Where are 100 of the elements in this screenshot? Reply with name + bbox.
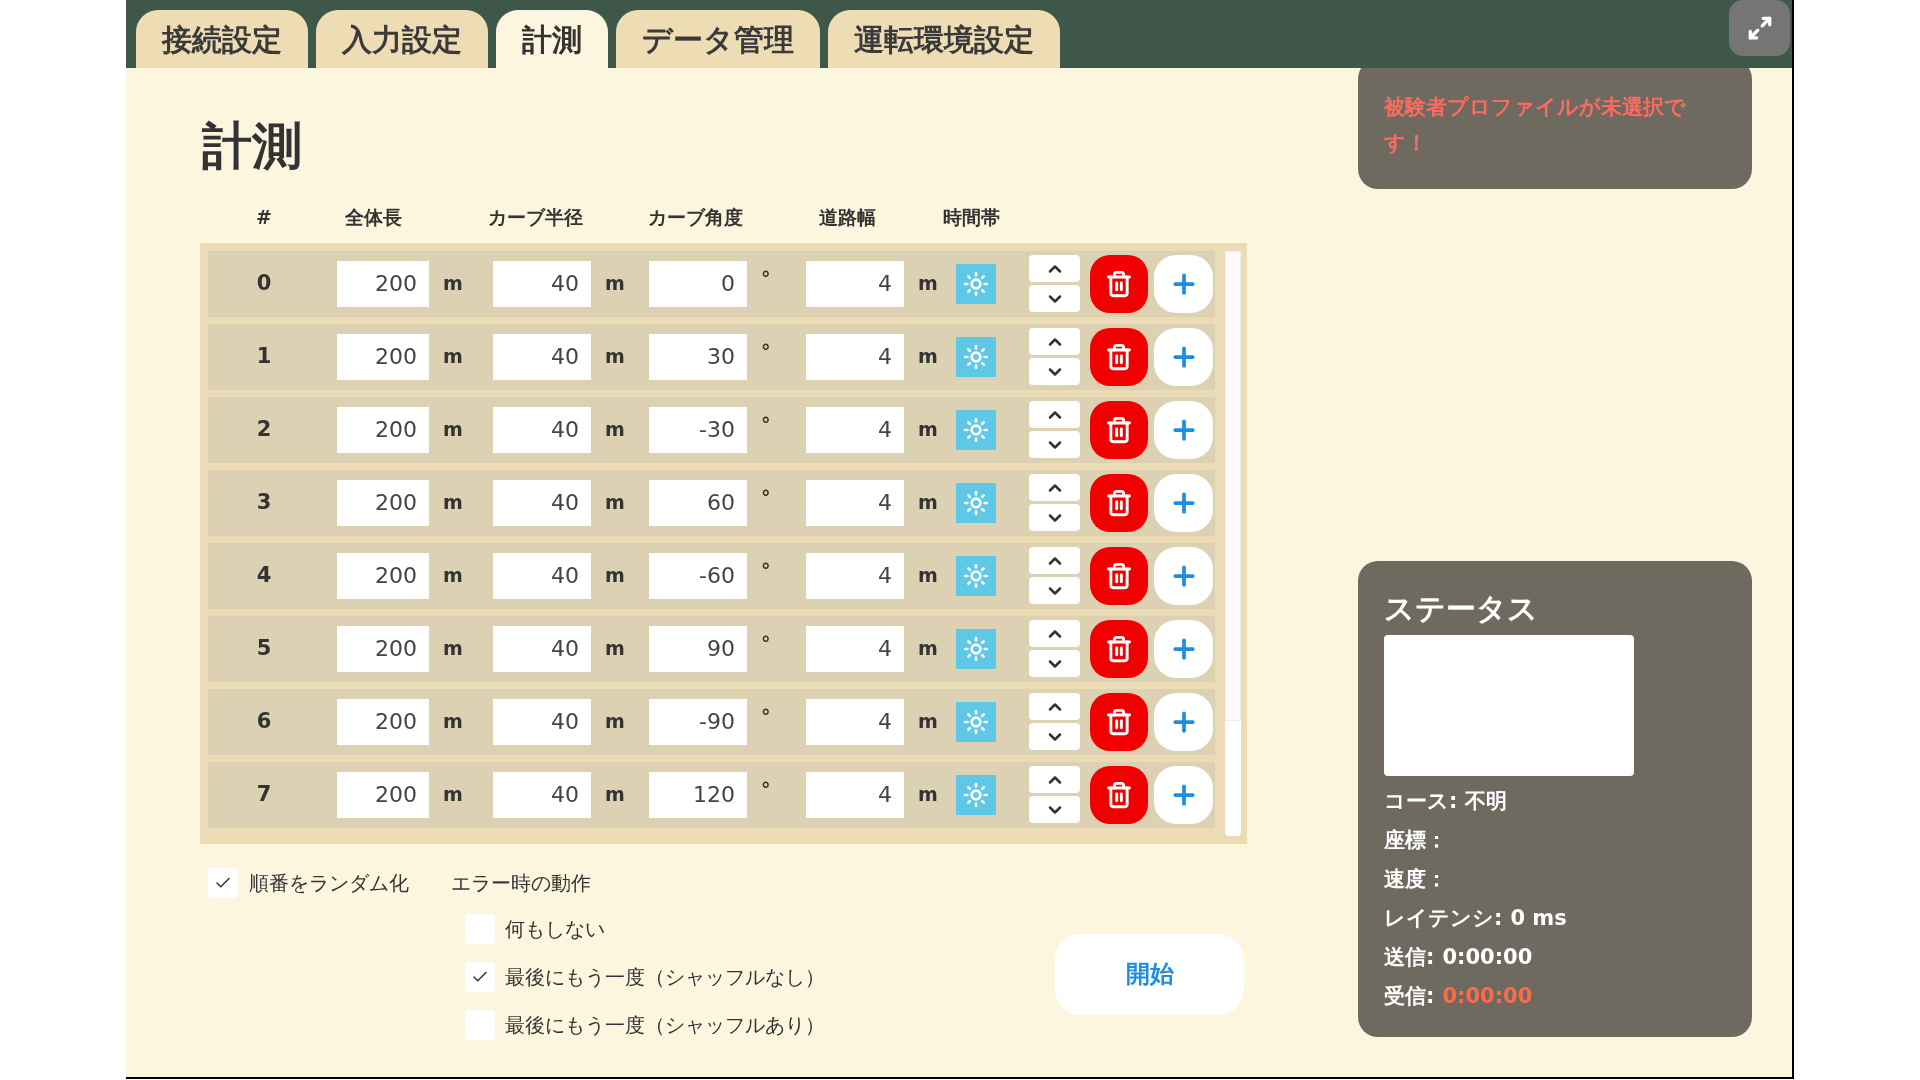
number-field[interactable]: 120 bbox=[649, 771, 747, 818]
column-header: 道路幅 bbox=[817, 205, 877, 230]
number-field[interactable]: 40 bbox=[493, 260, 591, 307]
tab[interactable]: データ管理 bbox=[616, 10, 820, 68]
number-field[interactable]: 40 bbox=[493, 479, 591, 526]
unit-label: m bbox=[605, 782, 625, 808]
number-field[interactable]: 30 bbox=[649, 333, 747, 380]
checkbox[interactable] bbox=[465, 913, 495, 944]
status-label: 受信: bbox=[1384, 982, 1435, 1010]
delete-button[interactable] bbox=[1090, 546, 1148, 605]
move-up-button[interactable] bbox=[1029, 255, 1080, 282]
add-button[interactable] bbox=[1154, 692, 1213, 751]
move-down-button[interactable] bbox=[1029, 650, 1080, 677]
number-field[interactable]: 4 bbox=[806, 771, 904, 818]
delete-button[interactable] bbox=[1090, 692, 1148, 751]
number-field[interactable]: 200 bbox=[337, 625, 429, 672]
number-field[interactable]: 200 bbox=[337, 479, 429, 526]
number-field[interactable]: -60 bbox=[649, 552, 747, 599]
move-up-button[interactable] bbox=[1029, 474, 1080, 501]
unit-label: m bbox=[918, 563, 938, 589]
unit-label: ° bbox=[761, 485, 771, 511]
tab[interactable]: 運転環境設定 bbox=[828, 10, 1060, 68]
move-down-button[interactable] bbox=[1029, 796, 1080, 823]
move-down-button[interactable] bbox=[1029, 285, 1080, 312]
expand-icon bbox=[1746, 15, 1773, 41]
checkbox[interactable] bbox=[465, 961, 495, 992]
delete-button[interactable] bbox=[1090, 254, 1148, 313]
number-field[interactable]: 40 bbox=[493, 333, 591, 380]
number-field[interactable]: 200 bbox=[337, 333, 429, 380]
move-up-button[interactable] bbox=[1029, 328, 1080, 355]
move-up-button[interactable] bbox=[1029, 620, 1080, 647]
unit-label: ° bbox=[761, 631, 771, 657]
status-value: 0:00:00 bbox=[1442, 982, 1533, 1010]
number-field[interactable]: 60 bbox=[649, 479, 747, 526]
number-field[interactable]: 200 bbox=[337, 771, 429, 818]
move-up-button[interactable] bbox=[1029, 547, 1080, 574]
sun-icon bbox=[963, 708, 989, 735]
tab[interactable]: 入力設定 bbox=[316, 10, 488, 68]
status-label: 速度： bbox=[1384, 865, 1447, 893]
row-index: 4 bbox=[255, 561, 273, 589]
move-up-button[interactable] bbox=[1029, 766, 1080, 793]
column-header: # bbox=[255, 205, 273, 230]
unit-label: m bbox=[605, 709, 625, 735]
delete-button[interactable] bbox=[1090, 473, 1148, 532]
add-button[interactable] bbox=[1154, 765, 1213, 824]
delete-button[interactable] bbox=[1090, 400, 1148, 459]
move-up-button[interactable] bbox=[1029, 693, 1080, 720]
number-field[interactable]: 200 bbox=[337, 406, 429, 453]
number-field[interactable]: 90 bbox=[649, 625, 747, 672]
move-up-button[interactable] bbox=[1029, 401, 1080, 428]
unit-label: ° bbox=[761, 777, 771, 803]
number-field[interactable]: 40 bbox=[493, 406, 591, 453]
number-field[interactable]: 40 bbox=[493, 625, 591, 672]
number-field[interactable]: 4 bbox=[806, 552, 904, 599]
status-label: 座標： bbox=[1384, 826, 1447, 854]
move-down-button[interactable] bbox=[1029, 431, 1080, 458]
move-down-button[interactable] bbox=[1029, 577, 1080, 604]
trash-icon bbox=[1105, 342, 1133, 371]
number-field[interactable]: 40 bbox=[493, 771, 591, 818]
add-button[interactable] bbox=[1154, 327, 1213, 386]
sun-icon bbox=[963, 343, 989, 370]
unit-label: m bbox=[918, 490, 938, 516]
number-field[interactable]: -90 bbox=[649, 698, 747, 745]
delete-button[interactable] bbox=[1090, 765, 1148, 824]
option-label: 何もしない bbox=[505, 915, 605, 943]
delete-button[interactable] bbox=[1090, 619, 1148, 678]
number-field[interactable]: 200 bbox=[337, 698, 429, 745]
expand-button[interactable] bbox=[1729, 0, 1790, 56]
number-field[interactable]: 0 bbox=[649, 260, 747, 307]
column-header: カーブ角度 bbox=[646, 205, 744, 230]
number-field[interactable]: -30 bbox=[649, 406, 747, 453]
add-button[interactable] bbox=[1154, 546, 1213, 605]
move-down-button[interactable] bbox=[1029, 723, 1080, 750]
move-down-button[interactable] bbox=[1029, 504, 1080, 531]
number-field[interactable]: 200 bbox=[337, 260, 429, 307]
number-field[interactable]: 4 bbox=[806, 333, 904, 380]
number-field[interactable]: 4 bbox=[806, 625, 904, 672]
number-field[interactable]: 4 bbox=[806, 698, 904, 745]
add-button[interactable] bbox=[1154, 473, 1213, 532]
number-field[interactable]: 200 bbox=[337, 552, 429, 599]
row-index: 7 bbox=[255, 780, 273, 808]
add-button[interactable] bbox=[1154, 619, 1213, 678]
checkbox[interactable] bbox=[208, 867, 238, 898]
number-field[interactable]: 40 bbox=[493, 552, 591, 599]
add-button[interactable] bbox=[1154, 254, 1213, 313]
number-field[interactable]: 4 bbox=[806, 260, 904, 307]
status-label: レイテンシ: bbox=[1384, 904, 1503, 932]
tab[interactable]: 接続設定 bbox=[136, 10, 308, 68]
move-down-button[interactable] bbox=[1029, 358, 1080, 385]
delete-button[interactable] bbox=[1090, 327, 1148, 386]
add-button[interactable] bbox=[1154, 400, 1213, 459]
number-field[interactable]: 4 bbox=[806, 479, 904, 526]
number-field[interactable]: 40 bbox=[493, 698, 591, 745]
unit-label: m bbox=[605, 636, 625, 662]
tab[interactable]: 計測 bbox=[496, 10, 608, 68]
trash-icon bbox=[1105, 488, 1133, 517]
number-field[interactable]: 4 bbox=[806, 406, 904, 453]
checkbox[interactable] bbox=[465, 1009, 495, 1040]
unit-label: m bbox=[443, 344, 463, 370]
sun-icon bbox=[963, 781, 989, 808]
